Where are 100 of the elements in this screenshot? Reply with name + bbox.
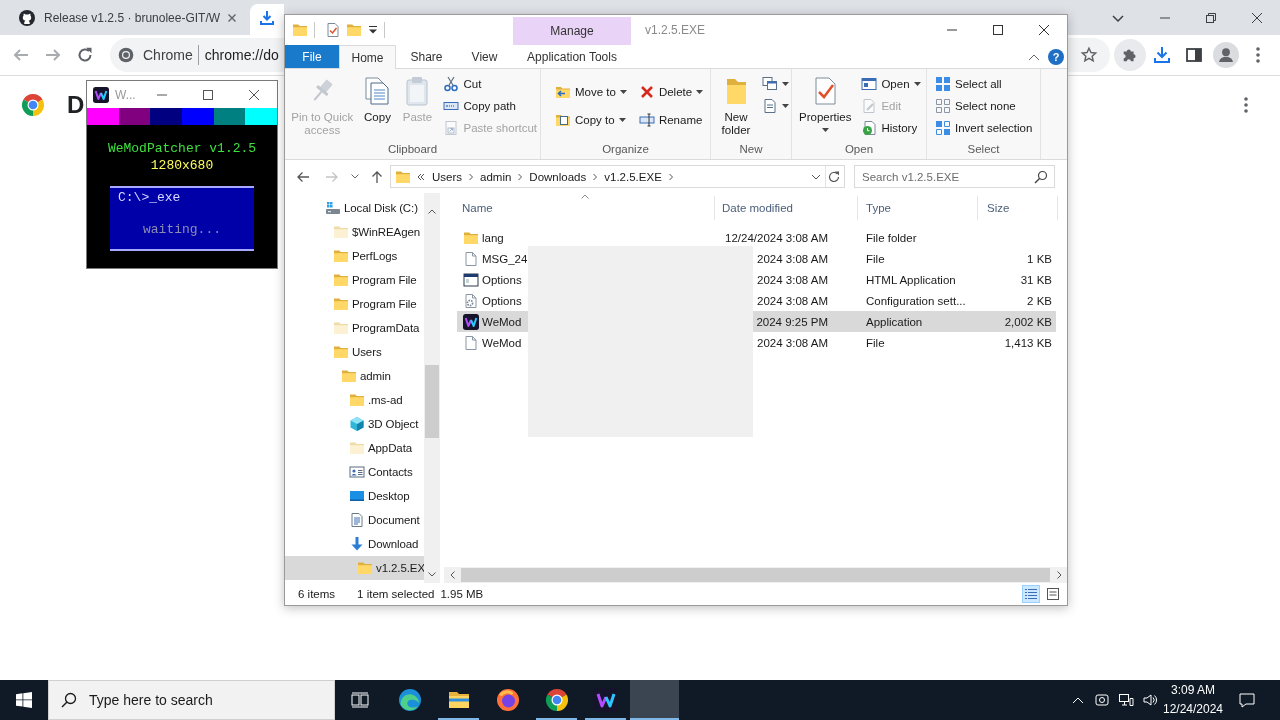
- breadcrumb[interactable]: admin: [475, 170, 517, 183]
- search-field[interactable]: Type here to search: [48, 680, 335, 720]
- ribbon-button[interactable]: New folder: [719, 69, 753, 137]
- column-header[interactable]: Size: [978, 196, 1058, 220]
- column-header[interactable]: Date modified: [715, 196, 858, 220]
- search-field[interactable]: Search v1.2.5.EXE: [854, 165, 1055, 188]
- ribbon-button[interactable]: History: [858, 117, 924, 139]
- speaker-icon[interactable]: [1142, 692, 1158, 708]
- chevron-right-icon[interactable]: [1056, 571, 1062, 579]
- horizontal-scrollbar[interactable]: [444, 567, 1067, 583]
- maximize-icon[interactable]: [203, 89, 213, 100]
- firefox-logo-icon[interactable]: [495, 688, 520, 712]
- bookmark-button[interactable]: [1068, 38, 1110, 72]
- file-row[interactable]: WeMod 2024 3:08 AM File 1,413 KB: [457, 332, 1056, 353]
- tree-item[interactable]: PerfLogs: [285, 244, 424, 268]
- tree-item[interactable]: v1.2.5.EX: [285, 556, 424, 580]
- ribbon-tab[interactable]: File: [285, 45, 339, 68]
- tree-item[interactable]: Desktop: [285, 484, 424, 508]
- view-button[interactable]: [1044, 585, 1062, 603]
- clock-date[interactable]: 12/24/2024: [1162, 700, 1224, 719]
- chevron-down-icon[interactable]: [351, 174, 359, 179]
- vertical-scrollbar[interactable]: [424, 193, 440, 583]
- tree-item[interactable]: Download: [285, 532, 424, 556]
- address-field[interactable]: Chrome chrome://do: [110, 38, 284, 72]
- tree-item[interactable]: ProgramData: [285, 316, 424, 340]
- close-icon[interactable]: [249, 89, 259, 100]
- browser-tab[interactable]: [250, 4, 284, 35]
- refresh-icon[interactable]: [827, 169, 841, 184]
- scroll-thumb[interactable]: [461, 568, 1050, 582]
- breadcrumb[interactable]: Users: [427, 170, 468, 183]
- breadcrumb[interactable]: Downloads: [524, 170, 592, 183]
- up-arrow-icon[interactable]: [371, 169, 383, 184]
- file-row[interactable]: Options 2024 3:08 AM Configuration sett... 2 KB: [457, 290, 1056, 311]
- tree-item[interactable]: 3D Object: [285, 412, 424, 436]
- tree-item[interactable]: Contacts: [285, 460, 424, 484]
- windows-logo-icon[interactable]: [16, 692, 32, 708]
- ribbon-button[interactable]: Open: [858, 73, 924, 95]
- clock-time[interactable]: 3:09 AM: [1171, 681, 1215, 700]
- camera-icon[interactable]: [1094, 692, 1110, 708]
- kebab-menu-icon[interactable]: [1244, 97, 1248, 113]
- column-header[interactable]: Name: [455, 196, 715, 220]
- address-field[interactable]: Users admin Downloads v1.2.5.EXE: [390, 165, 845, 188]
- gear-file-icon: [463, 292, 479, 309]
- reload-icon[interactable]: [76, 46, 94, 64]
- scroll-thumb[interactable]: [425, 365, 439, 438]
- ribbon-button[interactable]: Properties: [798, 69, 853, 132]
- w-logo-icon[interactable]: [593, 688, 618, 712]
- tree-item[interactable]: Program File: [285, 292, 424, 316]
- search-icon[interactable]: [1034, 169, 1048, 184]
- ribbon-button[interactable]: Select all: [932, 73, 1036, 95]
- speech-bubble-icon[interactable]: [1238, 691, 1256, 709]
- tree-item[interactable]: Document: [285, 508, 424, 532]
- ribbon-button[interactable]: Invert selection: [932, 117, 1036, 139]
- customize-caret-icon[interactable]: [368, 25, 378, 35]
- ribbon-tab[interactable]: Home: [339, 45, 396, 69]
- chrome-logo-icon[interactable]: [544, 688, 569, 712]
- ribbon-button[interactable]: Rename: [635, 106, 707, 134]
- file-row[interactable]: Options 2024 3:08 AM HTML Application 31 KB: [457, 269, 1056, 290]
- ribbon-button[interactable]: Move to: [552, 78, 630, 106]
- help-button[interactable]: ?: [1048, 48, 1064, 65]
- tree-item[interactable]: admin: [285, 364, 424, 388]
- checkmark-page-icon[interactable]: [325, 22, 341, 38]
- close-icon[interactable]: [1039, 25, 1049, 35]
- ribbon-button[interactable]: Copy: [360, 69, 395, 124]
- network-icon[interactable]: [1118, 692, 1134, 708]
- ribbon-tab[interactable]: View: [457, 45, 512, 68]
- kebab-menu-icon[interactable]: [1256, 47, 1260, 63]
- close-icon[interactable]: [1252, 12, 1262, 23]
- file-row[interactable]: MSG_24 2024 3:08 AM File 1 KB: [457, 248, 1056, 269]
- ribbon-button[interactable]: Delete: [635, 78, 707, 106]
- breadcrumb[interactable]: v1.2.5.EXE: [599, 170, 667, 183]
- back-arrow-icon[interactable]: [296, 170, 310, 183]
- tree-item[interactable]: Program File: [285, 268, 424, 292]
- ribbon-tab[interactable]: Application Tools: [513, 45, 631, 68]
- ribbon-button[interactable]: Copy to: [552, 106, 630, 134]
- ribbon-button[interactable]: Copy path: [440, 95, 540, 117]
- view-button[interactable]: [1022, 585, 1040, 603]
- download-icon[interactable]: [1152, 45, 1172, 65]
- tree-item[interactable]: Users: [285, 340, 424, 364]
- extensions-button[interactable]: [1114, 39, 1146, 71]
- task-view-icon[interactable]: [351, 692, 369, 708]
- browser-tab[interactable]: Release v1.2.5 · brunolee-GIT/W: [8, 4, 248, 35]
- tree-item[interactable]: .ms-ad: [285, 388, 424, 412]
- column-header[interactable]: Type: [858, 196, 978, 220]
- chevron-down-icon[interactable]: [811, 173, 821, 180]
- chevron-down-icon[interactable]: [428, 572, 436, 577]
- restore-icon[interactable]: [1206, 12, 1216, 23]
- tree-item[interactable]: AppData: [285, 436, 424, 460]
- tree-item[interactable]: $WinREAgen: [285, 220, 424, 244]
- file-row[interactable]: lang 12/24/2024 3:08 AM File folder: [457, 227, 1056, 248]
- ribbon-button[interactable]: Select none: [932, 95, 1036, 117]
- tree-item[interactable]: Local Disk (C:): [285, 196, 424, 220]
- avatar-icon[interactable]: [1213, 42, 1239, 68]
- maximize-icon[interactable]: [993, 25, 1003, 35]
- edge-logo-icon[interactable]: [397, 688, 422, 712]
- chevron-up-icon[interactable]: [428, 209, 436, 214]
- ribbon-button[interactable]: Cut: [440, 73, 540, 95]
- side-panel-icon[interactable]: [1185, 46, 1203, 64]
- chevron-left-icon[interactable]: [449, 571, 455, 579]
- ribbon-tab[interactable]: Share: [396, 45, 457, 68]
